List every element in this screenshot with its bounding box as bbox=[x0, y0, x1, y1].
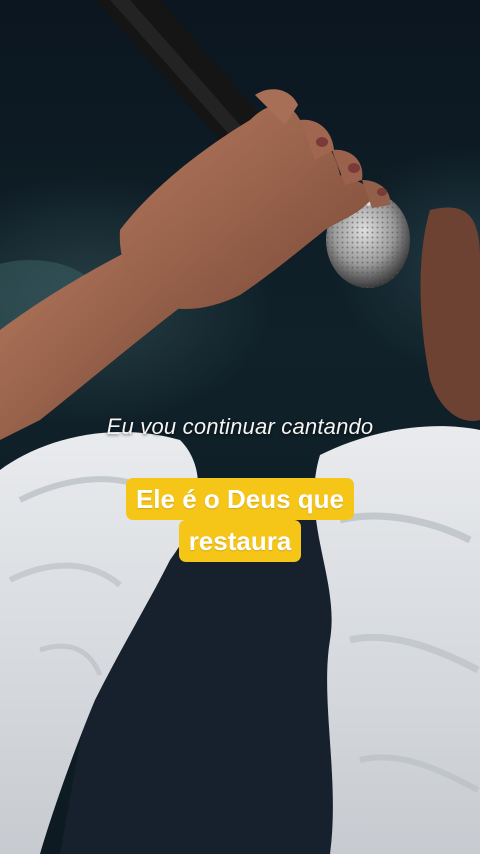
lyric-highlight: Ele é o Deus que restaura bbox=[0, 478, 480, 562]
video-frame: Eu vou continuar cantando Ele é o Deus q… bbox=[0, 0, 480, 854]
lyric-subtitle: Eu vou continuar cantando bbox=[106, 414, 374, 439]
lyric-highlight-line-2: restaura bbox=[178, 520, 302, 562]
lyric-highlight-line-1: Ele é o Deus que bbox=[125, 478, 355, 520]
